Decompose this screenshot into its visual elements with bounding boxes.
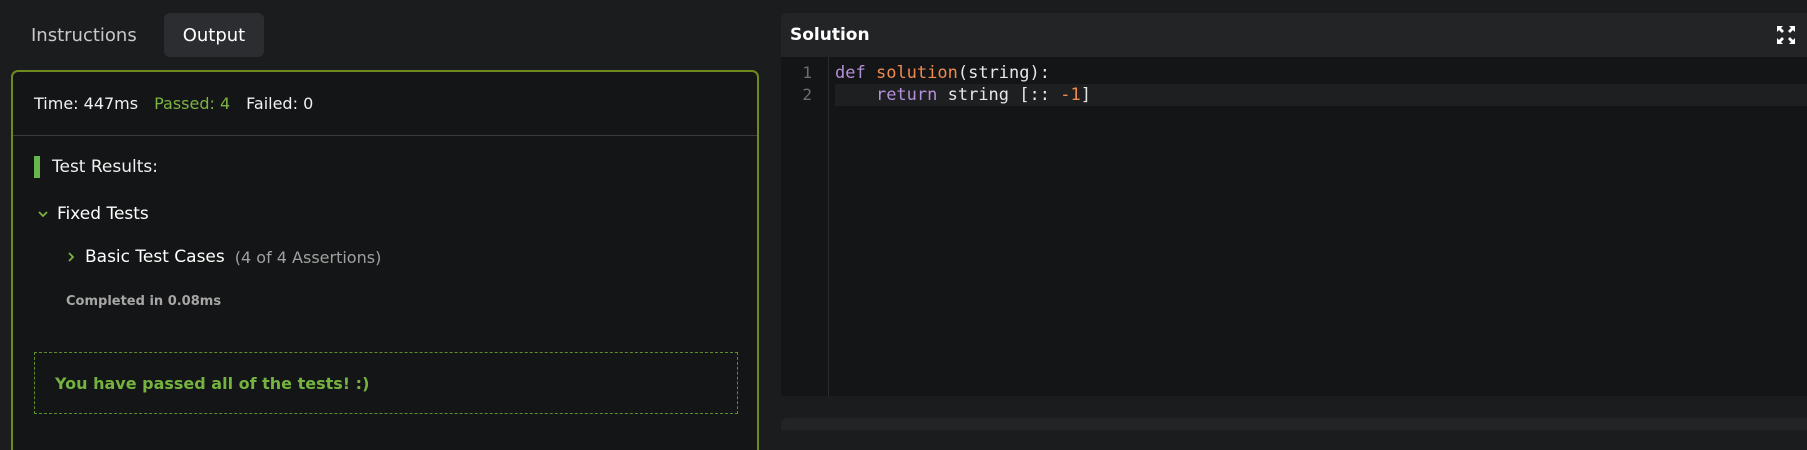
chevron-down-icon [38,211,48,218]
code-editor[interactable]: def solution(string): return string [:: … [835,57,1807,106]
fixed-tests-toggle[interactable]: Fixed Tests [37,204,149,224]
tab-output[interactable]: Output [163,13,265,57]
failed-count: Failed: 0 [246,94,314,113]
next-panel-header [781,418,1807,430]
code-function-name: solution [875,63,958,83]
solution-panel: Solution 1 2 def solution(string): retur… [781,13,1807,396]
completed-time: Completed in 0.08ms [66,294,222,309]
chevron-right-icon [68,252,75,262]
fixed-tests-label: Fixed Tests [57,204,149,224]
test-status-bar: Time: 447ms Passed: 4 Failed: 0 [13,72,757,136]
code-text: (string): [957,63,1050,83]
output-panel: Time: 447ms Passed: 4 Failed: 0 Test Res… [11,70,759,450]
code-text: string [:: [937,85,1061,105]
basic-test-cases-label: Basic Test Cases [85,247,225,267]
tab-instructions[interactable]: Instructions [12,13,156,57]
all-tests-passed-message: You have passed all of the tests! :) [34,352,738,414]
fullscreen-icon[interactable] [1775,24,1797,46]
line-number: 1 [802,63,812,82]
time-label: Time: 447ms [34,94,139,113]
line-number-gutter: 1 2 [781,57,829,396]
basic-test-cases-toggle[interactable]: Basic Test Cases (4 of 4 Assertions) [65,247,381,267]
solution-header: Solution [781,13,1807,57]
passed-count: Passed: 4 [154,94,231,113]
test-results-heading: Test Results: [34,156,158,178]
solution-title: Solution [790,25,870,45]
code-keyword: return [875,85,938,105]
code-keyword: def [835,63,866,83]
tab-bar: Instructions Output [12,13,265,57]
code-line-current: return string [:: -1] [835,84,1807,106]
assertion-count: (4 of 4 Assertions) [234,247,382,267]
code-number: -1 [1060,85,1081,105]
line-number: 2 [802,85,812,104]
code-text: ] [1080,85,1091,105]
code-line: def solution(string): [835,62,1807,84]
